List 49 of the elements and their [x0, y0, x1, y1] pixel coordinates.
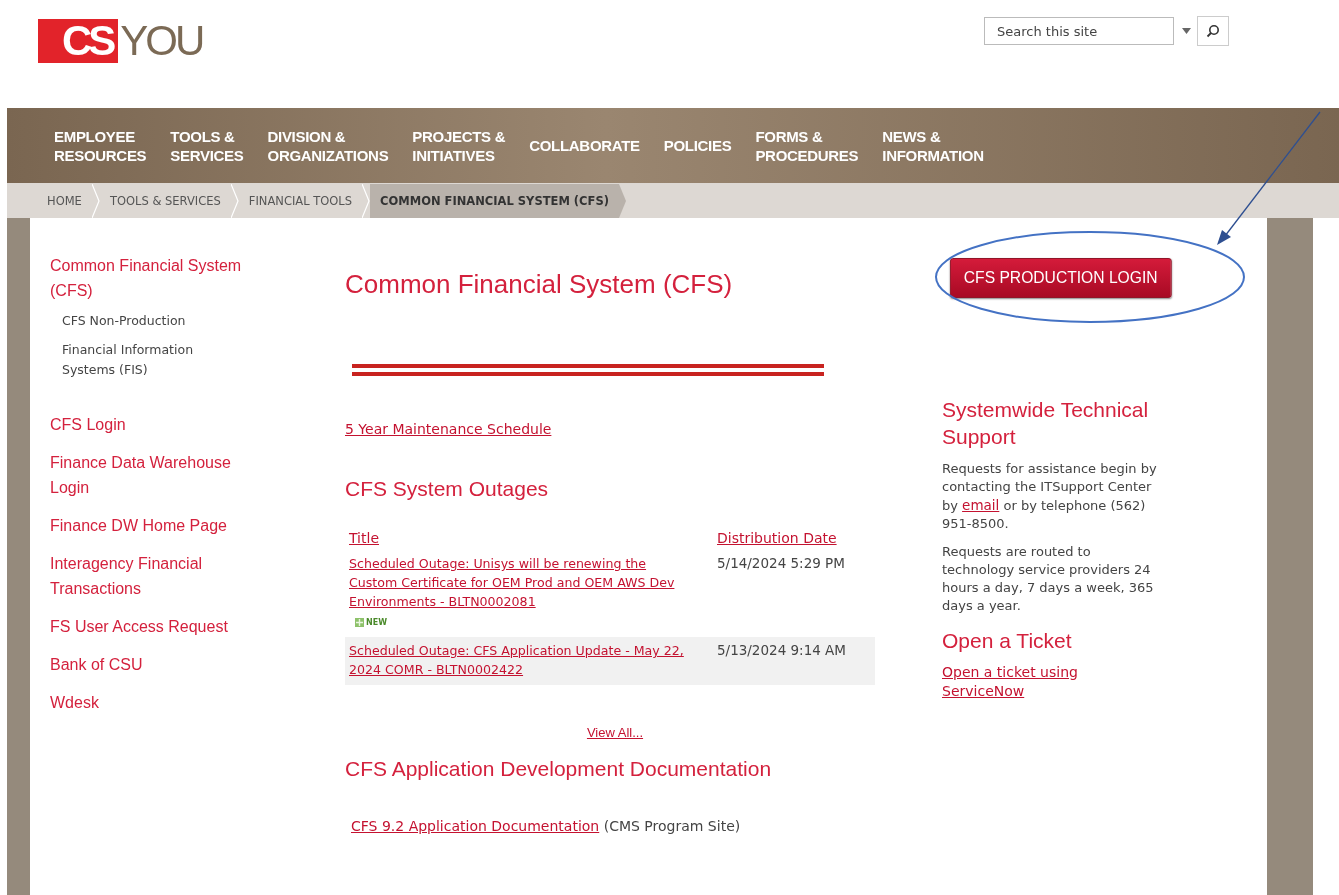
ticket-link[interactable]: Open a ticket using ServiceNow — [942, 663, 1102, 701]
section-heading: Systemwide Technical Support — [942, 397, 1150, 450]
nav-link[interactable]: DIVISION & ORGANIZATIONS — [267, 126, 389, 165]
sidebar-link[interactable]: Finance DW Home Page — [50, 513, 265, 538]
section-heading: CFS System Outages — [345, 477, 550, 501]
section-heading: Open a Ticket — [942, 629, 1073, 653]
page-title: Common Financial System (CFS) — [345, 269, 734, 300]
sidebar-link[interactable]: FS User Access Request — [50, 614, 265, 639]
link-note: (CMS Program Site) — [603, 818, 741, 834]
column-header[interactable]: Title — [349, 530, 379, 546]
email-link[interactable]: email — [962, 497, 1000, 513]
login-button[interactable]: CFS PRODUCTION LOGIN — [950, 258, 1172, 298]
maintenance-link[interactable]: 5 Year Maintenance Schedule — [345, 420, 552, 439]
table-cell: 5/13/2024 9:14 AM — [717, 642, 846, 658]
search-field[interactable]: Search this site — [984, 17, 1174, 45]
sidebar-link[interactable]: Finance Data Warehouse Login — [50, 450, 265, 500]
breadcrumb-link[interactable]: FINANCIAL TOOLS — [238, 183, 363, 218]
nav-link[interactable]: FORMS & PROCEDURES — [755, 126, 859, 165]
breadcrumb-link[interactable]: HOME — [37, 183, 92, 218]
sidebar-link[interactable]: Bank of CSU — [50, 652, 265, 677]
logo-mark[interactable]: CS — [38, 19, 119, 63]
sidebar-link[interactable]: Interagency Financial Transactions — [50, 551, 265, 601]
search-icon — [1206, 24, 1220, 38]
chevron-icon — [618, 183, 627, 218]
sidebar-link[interactable]: Wdesk — [50, 690, 265, 715]
caret-icon[interactable] — [1182, 28, 1191, 34]
outage-link[interactable]: Scheduled Outage: Unisys will be renewing the Custom Certificate for OEM Prod and OEM AWS Dev Environments - BLTN0002081 — [349, 554, 689, 611]
sidebar-link[interactable]: CFS Login — [50, 412, 265, 437]
section-heading: CFS Application Development Documentation — [345, 757, 773, 781]
nav-link[interactable]: EMPLOYEE RESOURCES — [54, 126, 147, 165]
nav-link[interactable]: COLLABORATE — [529, 136, 640, 155]
nav-link[interactable]: PROJECTS & INITIATIVES — [412, 126, 506, 165]
nav-link[interactable]: POLICIES — [663, 136, 732, 155]
breadcrumb-link[interactable]: TOOLS & SERVICES — [99, 183, 231, 218]
sidebar-link[interactable]: Common Financial System (CFS) — [50, 253, 265, 303]
new-badge: NEW — [355, 618, 387, 627]
documentation-link[interactable]: CFS 9.2 Application Documentation — [351, 818, 600, 834]
view-all-link[interactable]: View All... — [586, 725, 644, 740]
column-header[interactable]: Distribution Date — [717, 530, 837, 546]
search-button[interactable] — [1197, 16, 1229, 46]
support-paragraph: Requests for assistance begin by contacting the ITSupport Center by email or by telephone (562) 951-8500. — [942, 460, 1158, 533]
logo-wordmark[interactable]: YOU — [120, 19, 203, 63]
nav-link[interactable]: TOOLS & SERVICES — [170, 126, 244, 165]
routing-paragraph: Requests are routed to technology service providers 24 hours a day, 7 days a week, 365 days a year. — [942, 543, 1155, 615]
outage-link[interactable]: Scheduled Outage: CFS Application Update - May 22, 2024 COMR - BLTN0002422 — [349, 641, 689, 679]
table-cell: 5/14/2024 5:29 PM — [717, 555, 845, 571]
nav-link[interactable]: NEWS & INFORMATION — [882, 126, 984, 165]
sidebar-sublink[interactable]: Financial Information Systems (FIS) — [62, 340, 232, 380]
sidebar-sublink[interactable]: CFS Non-Production — [62, 311, 232, 331]
